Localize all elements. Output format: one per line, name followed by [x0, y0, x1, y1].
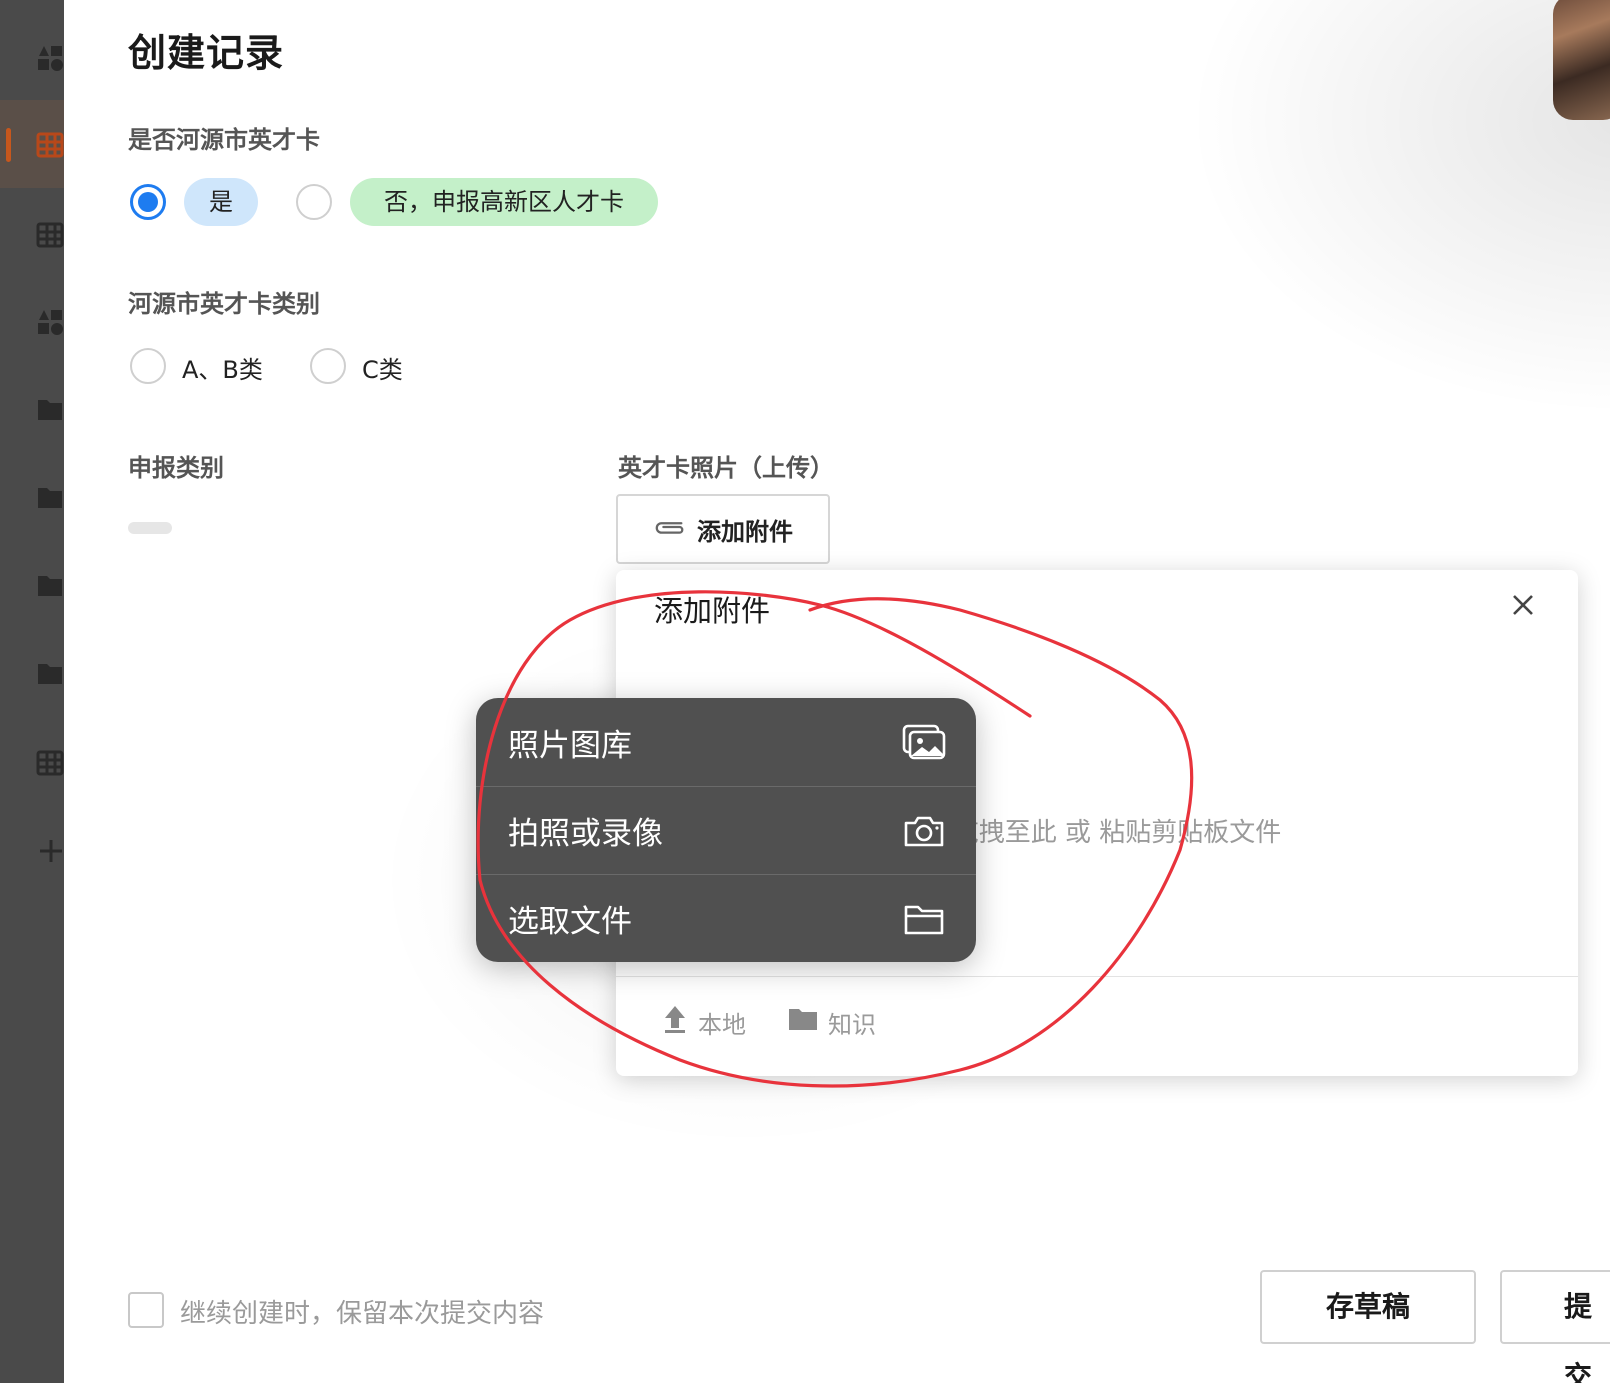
shapes-icon[interactable]	[36, 42, 64, 72]
avatar[interactable]	[1553, 0, 1610, 120]
radio-no[interactable]	[296, 184, 332, 220]
option-ab-label[interactable]: A、B类	[182, 350, 263, 385]
menu-item-label: 照片图库	[508, 727, 632, 764]
camera-icon	[902, 811, 946, 851]
sidebar-active-indicator	[6, 128, 11, 162]
radio-ab[interactable]	[130, 348, 166, 384]
source-knowledge[interactable]: 知识	[788, 1002, 876, 1042]
photo-library-icon	[902, 722, 946, 762]
folder-icon[interactable]	[36, 394, 64, 424]
menu-item-label: 拍照或录像	[508, 816, 663, 852]
folder-icon[interactable]	[36, 658, 64, 688]
menu-item-photo-library[interactable]: 照片图库	[476, 698, 976, 786]
folder-icon[interactable]	[36, 570, 64, 600]
plus-icon[interactable]	[38, 838, 64, 864]
attachment-panel-title: 添加附件	[654, 594, 771, 628]
sidebar	[0, 0, 64, 1383]
option-c-label[interactable]: C类	[362, 350, 403, 385]
menu-item-choose-file[interactable]: 选取文件	[476, 874, 976, 962]
close-icon[interactable]	[1508, 590, 1538, 620]
keep-content-checkbox[interactable]	[128, 1292, 164, 1328]
source-local[interactable]: 本地	[662, 1002, 746, 1042]
field-label-talent-card: 是否河源市英才卡	[128, 126, 320, 154]
folder-icon	[788, 1006, 818, 1038]
source-knowledge-label: 知识	[828, 1010, 876, 1039]
folder-icon[interactable]	[36, 482, 64, 512]
application-type-empty-value[interactable]	[128, 522, 172, 534]
field-label-application-type: 申报类别	[128, 454, 224, 482]
source-local-label: 本地	[698, 1010, 746, 1039]
page-title: 创建记录	[128, 31, 285, 75]
option-no-pill[interactable]: 否，申报高新区人才卡	[350, 178, 658, 226]
submit-button[interactable]: 提交	[1500, 1270, 1610, 1383]
menu-item-camera[interactable]: 拍照或录像	[476, 786, 976, 874]
radio-yes[interactable]	[130, 184, 166, 220]
radio-c[interactable]	[310, 348, 346, 384]
table-icon[interactable]	[36, 220, 64, 250]
field-label-card-category: 河源市英才卡类别	[128, 290, 320, 318]
keep-content-label: 继续创建时，保留本次提交内容	[180, 1299, 545, 1329]
panel-divider	[616, 976, 1578, 977]
table-icon[interactable]	[36, 130, 64, 160]
shapes-icon[interactable]	[36, 306, 64, 336]
upload-icon	[662, 1004, 688, 1040]
paperclip-icon	[653, 517, 687, 541]
option-yes-pill[interactable]: 是	[184, 178, 258, 226]
save-draft-button[interactable]: 存草稿	[1260, 1270, 1476, 1344]
add-attachment-label: 添加附件	[697, 517, 793, 546]
folder-icon	[902, 899, 946, 939]
field-label-card-photo: 英才卡照片（上传）	[618, 454, 834, 482]
table-icon[interactable]	[36, 748, 64, 778]
add-attachment-button[interactable]: 添加附件	[616, 494, 830, 564]
menu-item-label: 选取文件	[508, 904, 632, 940]
attachment-source-menu: 照片图库 拍照或录像 选取文件	[476, 698, 976, 962]
